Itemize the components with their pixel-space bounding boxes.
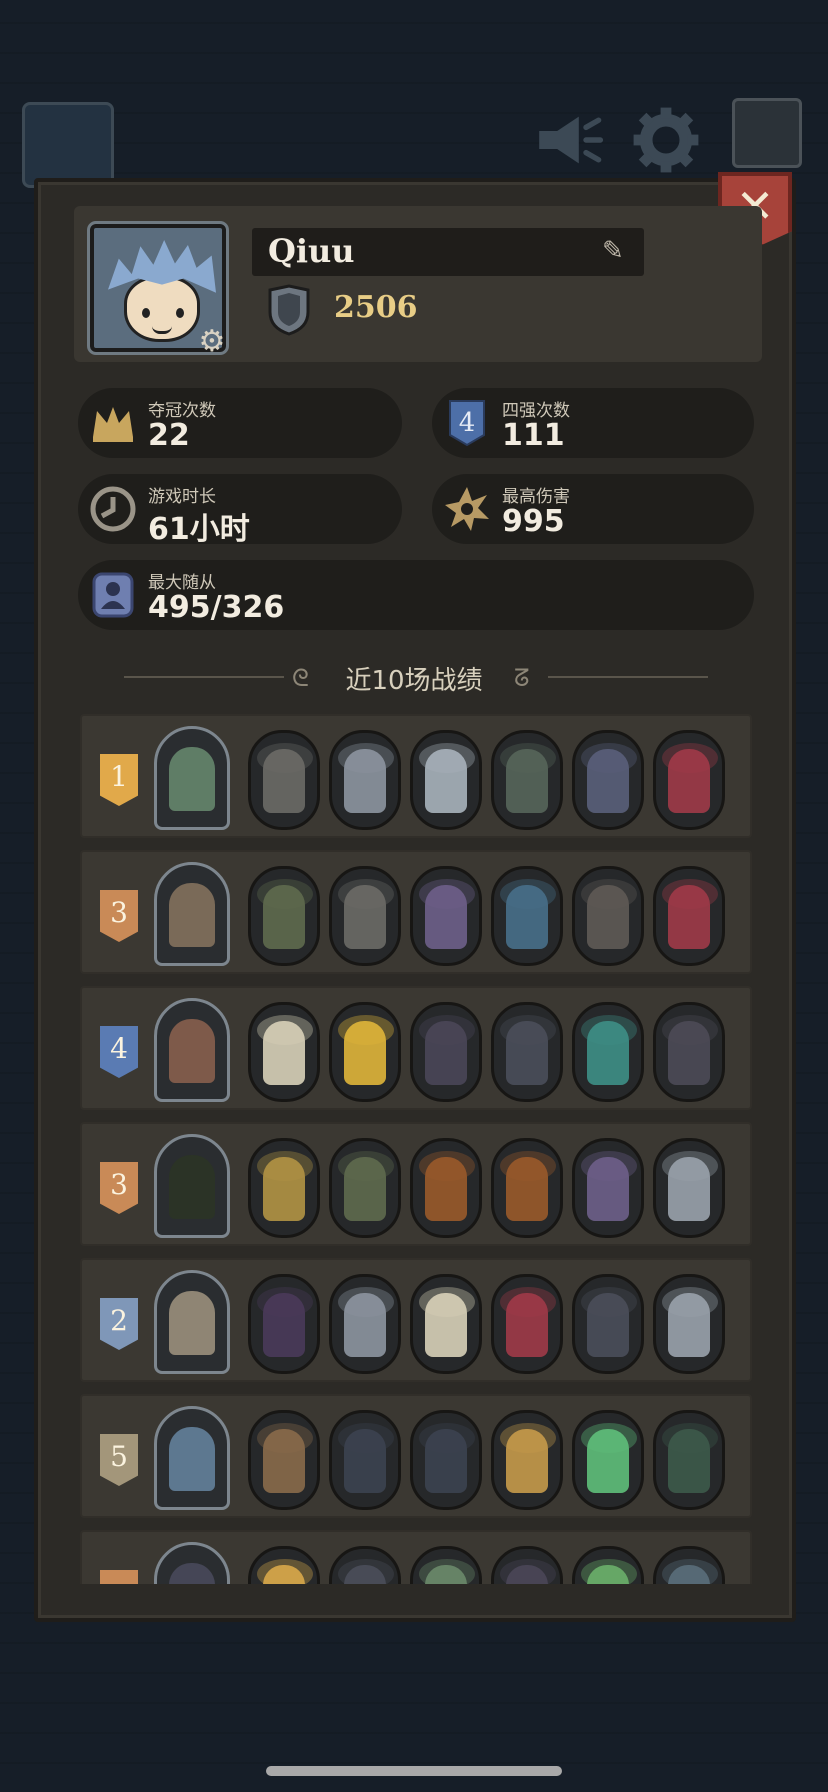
minion-card[interactable] [248, 1546, 320, 1584]
minion-card[interactable] [572, 1002, 644, 1102]
settings-gear-icon[interactable] [626, 100, 706, 180]
stat-championships: 夺冠次数 22 [78, 388, 402, 458]
announcement-icon[interactable] [528, 100, 608, 180]
hero-portrait[interactable] [154, 1270, 230, 1374]
minion-card[interactable] [491, 1410, 563, 1510]
minion-card[interactable] [491, 1546, 563, 1584]
minion-icon [88, 570, 138, 620]
minion-card[interactable] [653, 1274, 725, 1374]
minion-card[interactable] [653, 730, 725, 830]
minion-card[interactable] [248, 1002, 320, 1102]
rank-badge: 3 [100, 890, 138, 942]
minion-card[interactable] [410, 1546, 482, 1584]
hero-portrait[interactable] [154, 1542, 230, 1584]
minion-card[interactable] [248, 866, 320, 966]
stat-top4: 4 四强次数 111 [432, 388, 754, 458]
hero-portrait[interactable] [154, 726, 230, 830]
hero-portrait[interactable] [154, 1406, 230, 1510]
rank-shield-icon [268, 284, 310, 336]
match-row[interactable]: 3 [80, 1122, 752, 1246]
minion-card[interactable] [329, 1274, 401, 1374]
rank-badge [100, 1570, 138, 1584]
match-row[interactable]: 1 [80, 714, 752, 838]
minion-card[interactable] [410, 1410, 482, 1510]
hero-portrait[interactable] [154, 998, 230, 1102]
match-row[interactable] [80, 1530, 752, 1584]
minion-card[interactable] [572, 1274, 644, 1374]
history-title: 近10场战绩 [345, 666, 483, 696]
minion-card[interactable] [248, 1274, 320, 1374]
minion-card[interactable] [248, 1410, 320, 1510]
minion-card[interactable] [572, 1410, 644, 1510]
rank-badge: 4 [100, 1026, 138, 1078]
stat-value: 111 [502, 418, 565, 453]
stat-value: 22 [148, 418, 190, 453]
minion-card[interactable] [329, 730, 401, 830]
match-row[interactable]: 2 [80, 1258, 752, 1382]
minion-card[interactable] [653, 1410, 725, 1510]
match-row[interactable]: 4 [80, 986, 752, 1110]
minion-card[interactable] [491, 866, 563, 966]
minion-card[interactable] [491, 1002, 563, 1102]
rank-badge: 1 [100, 754, 138, 806]
rank-badge: 3 [100, 1162, 138, 1214]
minion-card[interactable] [410, 730, 482, 830]
minion-card[interactable] [491, 1274, 563, 1374]
top-avatar-button[interactable] [22, 102, 114, 188]
stat-max-damage: 最高伤害 995 [432, 474, 754, 544]
minion-card[interactable] [572, 1138, 644, 1238]
home-indicator[interactable] [266, 1766, 562, 1776]
hero-portrait[interactable] [154, 1134, 230, 1238]
minion-card[interactable] [248, 1138, 320, 1238]
player-name: Qiuu [268, 232, 355, 270]
minion-card[interactable] [572, 866, 644, 966]
match-row[interactable]: 5 [80, 1394, 752, 1518]
crown-icon [88, 398, 138, 448]
minion-card[interactable] [329, 866, 401, 966]
minion-card[interactable] [572, 730, 644, 830]
minion-card[interactable] [248, 730, 320, 830]
edit-name-pencil-icon[interactable]: ✎ [602, 236, 630, 266]
match-history-list[interactable]: 1 3 4 3 2 5 [80, 714, 752, 1584]
minion-card[interactable] [653, 1138, 725, 1238]
top4-icon: 4 [442, 398, 492, 448]
rating-value: 2506 [334, 290, 418, 325]
hero-portrait[interactable] [154, 862, 230, 966]
clock-icon [88, 484, 138, 534]
minion-card[interactable] [572, 1546, 644, 1584]
stat-max-minions: 最大随从 495/326 [78, 560, 754, 630]
minion-card[interactable] [491, 1138, 563, 1238]
minion-card[interactable] [410, 1138, 482, 1238]
rank-badge: 5 [100, 1434, 138, 1486]
stat-value: 495/326 [148, 590, 285, 625]
stat-playtime: 游戏时长 61小时 [78, 474, 402, 547]
avatar-settings-icon[interactable]: ⚙ [196, 326, 228, 358]
minion-card[interactable] [329, 1410, 401, 1510]
damage-burst-icon [442, 484, 492, 534]
minion-card[interactable] [329, 1002, 401, 1102]
match-row[interactable]: 3 [80, 850, 752, 974]
minion-card[interactable] [653, 866, 725, 966]
minion-card[interactable] [329, 1546, 401, 1584]
minion-card[interactable] [410, 1002, 482, 1102]
svg-text:4: 4 [459, 408, 476, 438]
stat-value: 995 [502, 504, 565, 539]
stat-value: 61小时 [148, 512, 250, 547]
minion-card[interactable] [653, 1546, 725, 1584]
minion-card[interactable] [653, 1002, 725, 1102]
minion-card[interactable] [410, 1274, 482, 1374]
minion-card[interactable] [329, 1138, 401, 1238]
exit-button[interactable] [732, 98, 802, 168]
minion-card[interactable] [410, 866, 482, 966]
rank-badge: 2 [100, 1298, 138, 1350]
minion-card[interactable] [491, 730, 563, 830]
